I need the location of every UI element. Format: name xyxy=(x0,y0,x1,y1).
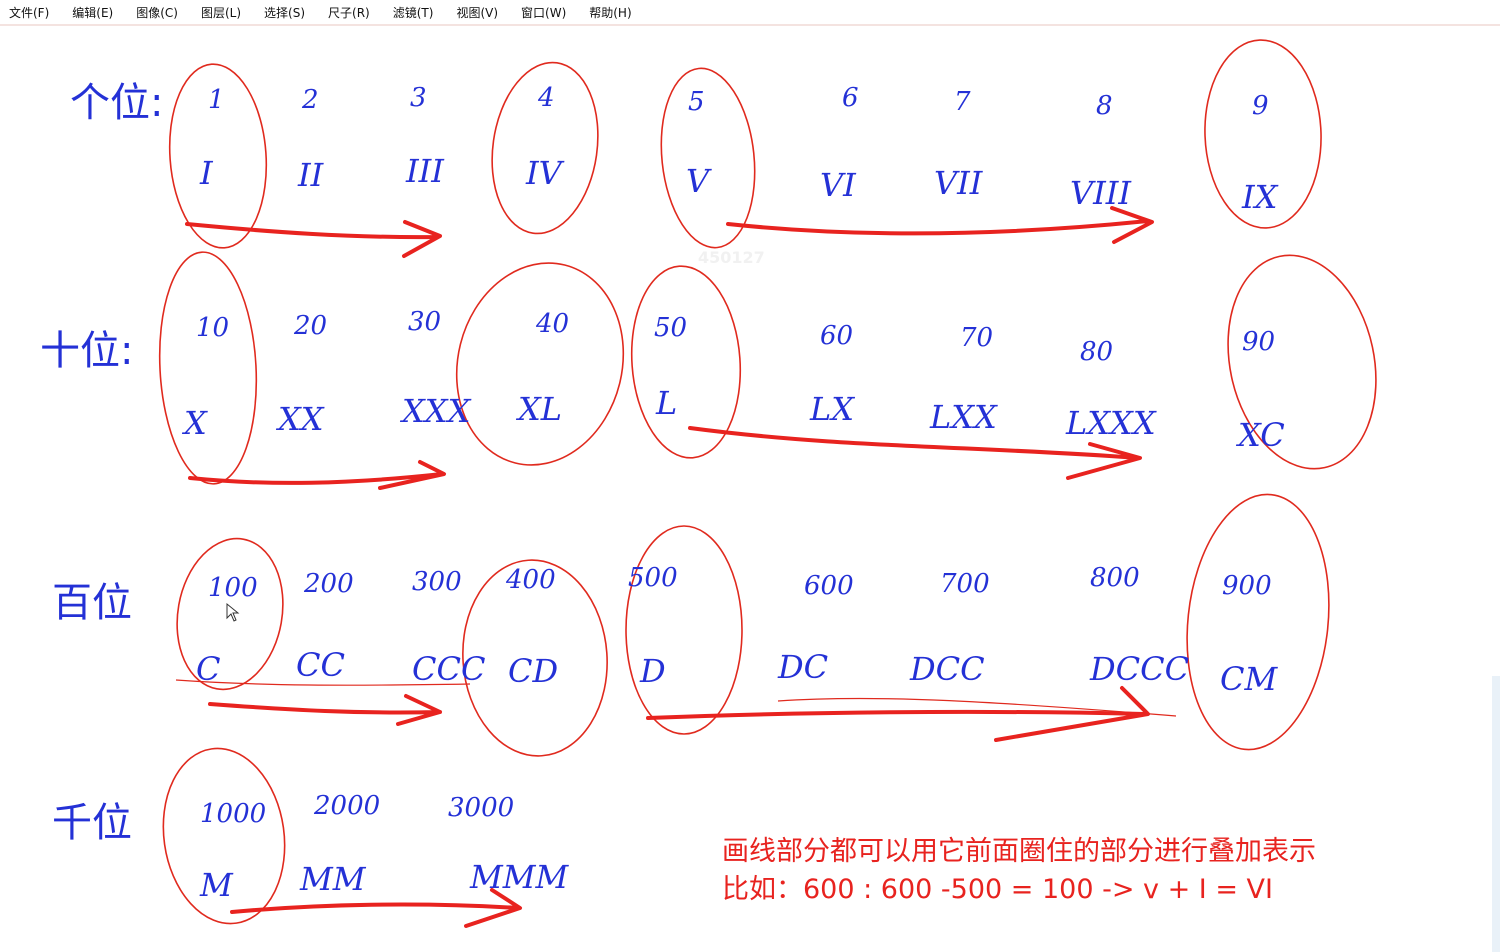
digit-80: 80 xyxy=(1080,337,1113,367)
roman-DC: DC xyxy=(777,648,828,686)
digit-4: 4 xyxy=(537,83,555,113)
row-labels: 个位: 十位: 百位 千位 xyxy=(40,80,163,846)
roman-DCC: DCC xyxy=(909,650,985,688)
roman-X: X xyxy=(181,404,208,442)
thousands-row: 1000 2000 3000 M MM MMM xyxy=(199,791,570,904)
menu-edit[interactable]: 编辑(E) xyxy=(72,4,113,21)
roman-C: C xyxy=(196,650,220,688)
roman-III: III xyxy=(405,152,445,190)
roman-XX: XX xyxy=(275,400,325,438)
roman-LX: LX xyxy=(809,390,855,428)
circle-tens-10 xyxy=(158,251,258,485)
digit-50: 50 xyxy=(654,313,687,343)
row-label-ones: 个位: xyxy=(70,80,163,126)
digit-60: 60 xyxy=(820,321,853,351)
roman-CD: CD xyxy=(508,652,558,690)
roman-CM: CM xyxy=(1220,660,1278,698)
digit-500: 500 xyxy=(628,563,678,593)
roman-IV: IV xyxy=(525,154,565,192)
circle-hund-500 xyxy=(625,525,743,735)
mouse-cursor-icon xyxy=(226,602,240,622)
note-line-2: 比如：600 : 600 -500 = 100 -> v + I = VI xyxy=(722,874,1273,905)
roman-VII: VII xyxy=(934,164,984,202)
watermark-text: 450127 xyxy=(698,248,765,267)
digit-6: 6 xyxy=(842,83,859,113)
arrow-ones-1-4 xyxy=(185,220,442,258)
circle-tens-40 xyxy=(455,262,625,466)
drawing-canvas[interactable]: 个位: 十位: 百位 千位 1 2 3 4 5 6 7 8 9 I II III… xyxy=(0,26,1500,952)
roman-D: D xyxy=(639,652,666,690)
menu-select[interactable]: 选择(S) xyxy=(264,4,305,21)
arrow-hund-500-900 xyxy=(646,686,1150,742)
digit-70: 70 xyxy=(960,323,993,353)
roman-DCCC: DCCC xyxy=(1089,650,1189,688)
roman-I: I xyxy=(199,154,214,192)
roman-XXX: XXX xyxy=(399,392,472,430)
digit-7: 7 xyxy=(954,87,971,117)
row-label-hundreds: 百位 xyxy=(52,580,132,626)
digit-400: 400 xyxy=(505,565,556,595)
row-label-tens: 十位: xyxy=(40,328,133,374)
roman-IX: IX xyxy=(1241,178,1279,216)
digit-8: 8 xyxy=(1096,91,1113,121)
digit-100: 100 xyxy=(208,573,258,603)
hundreds-row: 100 200 300 400 500 600 700 800 900 C CC… xyxy=(196,563,1278,698)
menu-layer[interactable]: 图层(L) xyxy=(201,4,241,21)
digit-40: 40 xyxy=(535,309,569,339)
digit-2000: 2000 xyxy=(313,791,380,821)
digit-3: 3 xyxy=(410,83,427,113)
menu-view[interactable]: 视图(V) xyxy=(456,4,498,21)
arrow-tens-10-40 xyxy=(188,460,446,490)
roman-V: V xyxy=(686,162,712,200)
roman-L: L xyxy=(655,384,677,422)
ones-row: 1 2 3 4 5 6 7 8 9 I II III IV V VI VII V… xyxy=(199,83,1279,216)
roman-MMM: MMM xyxy=(469,858,570,896)
row-label-thousands: 千位 xyxy=(52,800,132,846)
roman-XC: XC xyxy=(1235,416,1285,454)
roman-VIII: VIII xyxy=(1070,174,1132,212)
digit-30: 30 xyxy=(408,307,441,337)
digit-600: 600 xyxy=(804,571,854,601)
digit-3000: 3000 xyxy=(448,793,514,823)
roman-II: II xyxy=(297,156,325,194)
roman-CCC: CCC xyxy=(412,650,485,688)
arrow-hund-100-400 xyxy=(208,694,442,726)
digit-800: 800 xyxy=(1090,563,1140,593)
roman-XL: XL xyxy=(515,390,562,428)
arrow-ones-5-9 xyxy=(726,206,1154,244)
digit-700: 700 xyxy=(940,569,990,599)
digit-1: 1 xyxy=(208,85,225,115)
menu-window[interactable]: 窗口(W) xyxy=(521,4,566,21)
whiteboard: 个位: 十位: 百位 千位 1 2 3 4 5 6 7 8 9 I II III… xyxy=(40,39,1377,928)
digit-20: 20 xyxy=(293,311,327,341)
digit-1000: 1000 xyxy=(200,799,266,829)
digit-200: 200 xyxy=(303,569,354,599)
roman-LXXX: LXXX xyxy=(1065,404,1157,442)
digit-900: 900 xyxy=(1222,571,1272,601)
menu-help[interactable]: 帮助(H) xyxy=(589,4,631,21)
digit-9: 9 xyxy=(1252,91,1269,121)
digit-5: 5 xyxy=(688,87,705,117)
circle-hund-900 xyxy=(1186,493,1330,751)
roman-MM: MM xyxy=(299,860,367,898)
digit-90: 90 xyxy=(1242,327,1275,357)
menu-bar: 文件(F) 编辑(E) 图像(C) 图层(L) 选择(S) 尺子(R) 滤镜(T… xyxy=(0,0,1500,25)
menu-filter[interactable]: 滤镜(T) xyxy=(393,4,434,21)
circle-tens-90 xyxy=(1227,254,1377,470)
digit-10: 10 xyxy=(196,313,229,343)
note-line-1: 画线部分都可以用它前面圈住的部分进行叠加表示 xyxy=(722,836,1316,867)
roman-M: M xyxy=(199,866,234,904)
digit-2: 2 xyxy=(301,85,319,115)
roman-LXX: LXX xyxy=(929,398,998,436)
menu-file[interactable]: 文件(F) xyxy=(9,4,49,21)
roman-VI: VI xyxy=(820,166,857,204)
menu-image[interactable]: 图像(C) xyxy=(136,4,178,21)
side-panel-edge xyxy=(1492,676,1500,952)
digit-300: 300 xyxy=(412,567,462,597)
roman-CC: CC xyxy=(296,646,345,684)
menu-ruler[interactable]: 尺子(R) xyxy=(328,4,370,21)
